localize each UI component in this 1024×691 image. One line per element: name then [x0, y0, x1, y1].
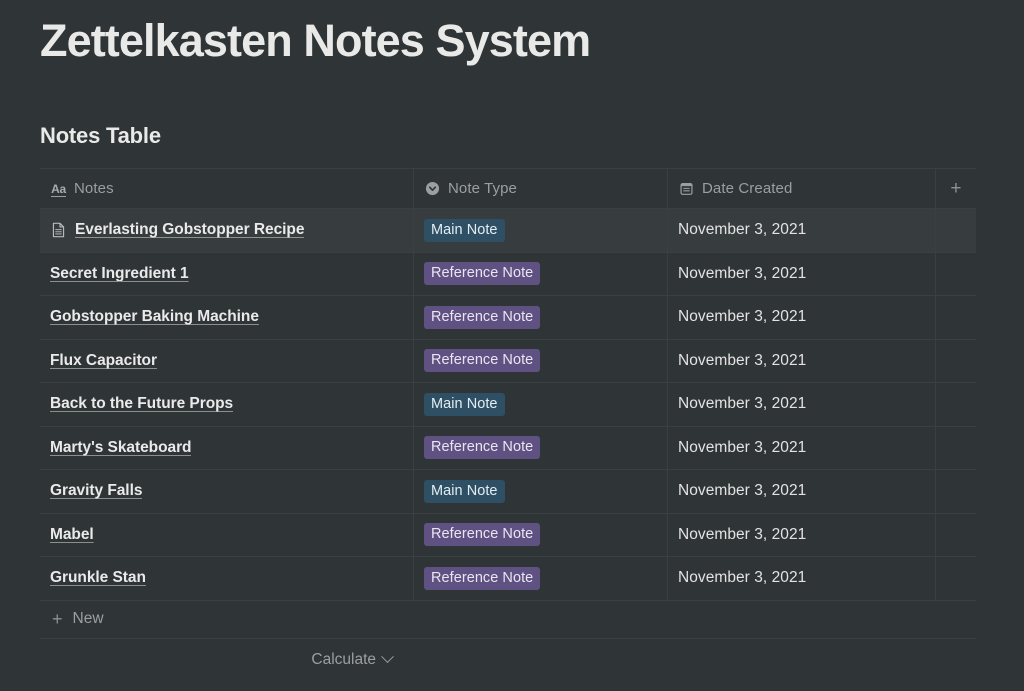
column-header-date-created[interactable]: Date Created	[668, 169, 936, 208]
section-title: Notes Table	[40, 123, 161, 148]
table-row[interactable]: Secret Ingredient 1 Reference Note Novembe…	[40, 252, 976, 296]
select-property-icon	[424, 180, 441, 197]
table-row[interactable]: Back to the Future Props Main Note Novembe…	[40, 383, 976, 427]
row-title-link[interactable]: Secret Ingredient 1	[50, 265, 189, 283]
notes-table: Aa Notes Note Type Date Created + Everla…	[40, 168, 976, 681]
note-type-badge: Main Note	[424, 479, 505, 503]
cell-date-created[interactable]: November 3, 2021	[668, 252, 936, 295]
row-title-link[interactable]: Grunkle Stan	[50, 569, 146, 587]
column-header-note-type-label: Note Type	[448, 180, 518, 197]
row-title-link[interactable]: Mabel	[50, 526, 94, 544]
cell-notes[interactable]: Secret Ingredient 1	[40, 252, 414, 295]
date-created-value: November 3, 2021	[678, 482, 807, 500]
cell-spacer	[936, 383, 976, 426]
date-created-value: November 3, 2021	[678, 308, 807, 326]
table-header-row: Aa Notes Note Type Date Created +	[40, 168, 976, 209]
cell-notes[interactable]: Gravity Falls	[40, 470, 414, 513]
cell-note-type[interactable]: Reference Note	[414, 339, 668, 382]
row-title-link[interactable]: Back to the Future Props	[50, 395, 233, 413]
notion-page: Zettelkasten Notes System Notes Table Aa…	[0, 0, 1024, 691]
note-type-badge: Reference Note	[424, 262, 541, 286]
new-row-label: New	[72, 610, 104, 627]
table-row[interactable]: Mabel Reference Note November 3, 2021	[40, 513, 976, 557]
date-created-value: November 3, 2021	[678, 569, 807, 587]
cell-date-created[interactable]: November 3, 2021	[668, 426, 936, 469]
cell-notes[interactable]: Everlasting Gobstopper Recipe	[40, 209, 414, 252]
cell-spacer	[936, 470, 976, 513]
cell-spacer	[936, 296, 976, 339]
column-header-notes[interactable]: Aa Notes	[40, 169, 414, 208]
note-type-badge: Main Note	[424, 218, 505, 242]
cell-notes[interactable]: Flux Capacitor	[40, 339, 414, 382]
cell-notes[interactable]: Gobstopper Baking Machine	[40, 296, 414, 339]
cell-date-created[interactable]: November 3, 2021	[668, 383, 936, 426]
date-created-value: November 3, 2021	[678, 395, 807, 413]
date-created-value: November 3, 2021	[678, 438, 807, 456]
date-created-value: November 3, 2021	[678, 221, 807, 239]
column-header-notes-label: Notes	[74, 180, 114, 197]
calendar-icon	[678, 180, 695, 197]
cell-spacer	[936, 557, 976, 600]
table-body: Everlasting Gobstopper Recipe Main Note No…	[40, 209, 976, 601]
page-document-icon	[50, 222, 67, 239]
plus-icon: +	[950, 178, 962, 199]
row-title-link[interactable]: Gobstopper Baking Machine	[50, 308, 259, 326]
cell-note-type[interactable]: Reference Note	[414, 252, 668, 295]
row-title-link[interactable]: Flux Capacitor	[50, 352, 157, 370]
cell-date-created[interactable]: November 3, 2021	[668, 209, 936, 252]
cell-note-type[interactable]: Reference Note	[414, 296, 668, 339]
table-row[interactable]: Everlasting Gobstopper Recipe Main Note No…	[40, 209, 976, 253]
cell-date-created[interactable]: November 3, 2021	[668, 470, 936, 513]
table-footer: Calculate	[40, 639, 414, 681]
plus-icon: +	[52, 609, 63, 629]
note-type-badge: Reference Note	[424, 566, 541, 590]
column-header-date-created-label: Date Created	[702, 180, 793, 197]
calculate-button[interactable]: Calculate	[311, 650, 394, 669]
cell-note-type[interactable]: Main Note	[414, 209, 668, 252]
cell-spacer	[936, 253, 976, 296]
cell-notes[interactable]: Back to the Future Props	[40, 383, 414, 426]
column-header-note-type[interactable]: Note Type	[414, 169, 668, 208]
date-created-value: November 3, 2021	[678, 525, 807, 543]
cell-notes[interactable]: Marty's Skateboard	[40, 426, 414, 469]
cell-spacer	[936, 340, 976, 383]
table-row[interactable]: Flux Capacitor Reference Note November 3, …	[40, 339, 976, 383]
note-type-badge: Reference Note	[424, 523, 541, 547]
table-row[interactable]: Gobstopper Baking Machine Reference Note N…	[40, 296, 976, 340]
note-type-badge: Reference Note	[424, 349, 541, 373]
cell-note-type[interactable]: Main Note	[414, 383, 668, 426]
note-type-badge: Reference Note	[424, 436, 541, 460]
add-column-button[interactable]: +	[936, 169, 976, 208]
note-type-badge: Reference Note	[424, 305, 541, 329]
cell-date-created[interactable]: November 3, 2021	[668, 339, 936, 382]
note-type-badge: Main Note	[424, 392, 505, 416]
cell-notes[interactable]: Grunkle Stan	[40, 557, 414, 600]
table-row[interactable]: Grunkle Stan Reference Note November 3, 20…	[40, 557, 976, 601]
calculate-label: Calculate	[311, 650, 376, 668]
cell-note-type[interactable]: Main Note	[414, 470, 668, 513]
cell-date-created[interactable]: November 3, 2021	[668, 296, 936, 339]
cell-notes[interactable]: Mabel	[40, 513, 414, 556]
table-row[interactable]: Gravity Falls Main Note November 3, 2021	[40, 470, 976, 514]
cell-note-type[interactable]: Reference Note	[414, 557, 668, 600]
row-title-link[interactable]: Everlasting Gobstopper Recipe	[75, 221, 304, 239]
date-created-value: November 3, 2021	[678, 264, 807, 282]
new-row-button[interactable]: + New	[40, 601, 976, 639]
cell-spacer	[936, 209, 976, 252]
cell-spacer	[936, 514, 976, 557]
table-row[interactable]: Marty's Skateboard Reference Note November…	[40, 426, 976, 470]
date-created-value: November 3, 2021	[678, 351, 807, 369]
cell-date-created[interactable]: November 3, 2021	[668, 513, 936, 556]
chevron-down-icon	[381, 650, 394, 664]
cell-note-type[interactable]: Reference Note	[414, 513, 668, 556]
row-title-link[interactable]: Marty's Skateboard	[50, 439, 191, 457]
cell-date-created[interactable]: November 3, 2021	[668, 557, 936, 600]
row-title-link[interactable]: Gravity Falls	[50, 482, 142, 500]
cell-spacer	[936, 427, 976, 470]
cell-note-type[interactable]: Reference Note	[414, 426, 668, 469]
title-aa-icon: Aa	[51, 181, 66, 197]
page-title: Zettelkasten Notes System	[40, 15, 591, 66]
